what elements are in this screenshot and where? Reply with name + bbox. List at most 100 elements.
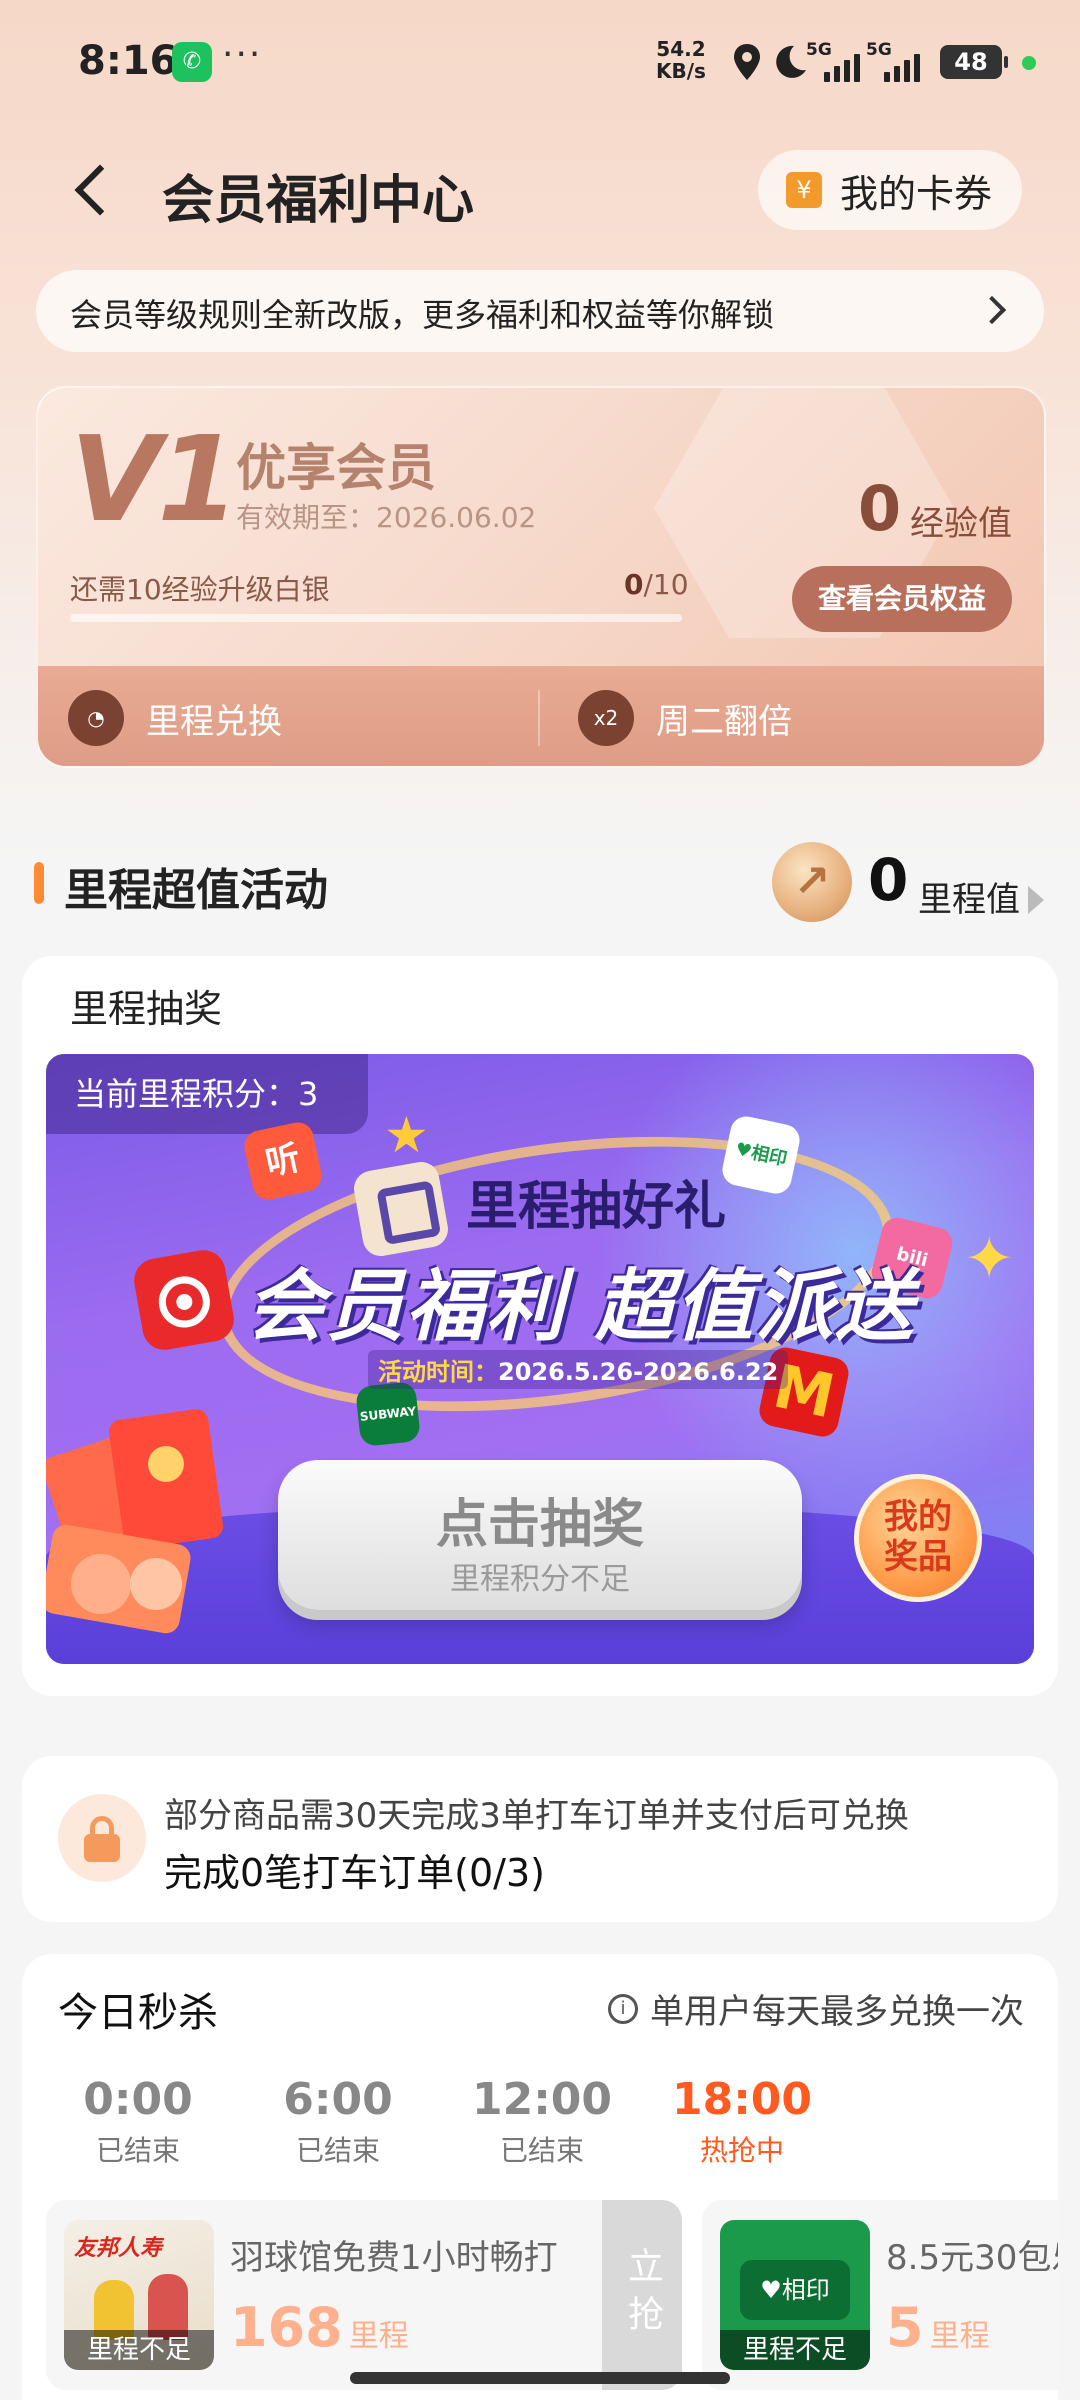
slot-time: 12:00 (471, 2074, 613, 2125)
calendar-x2-icon: x2 (578, 690, 634, 746)
home-indicator[interactable] (350, 2372, 730, 2384)
info-icon: i (608, 1993, 638, 2024)
status-time: 8:16 (78, 38, 178, 84)
progress-current: 0 (624, 568, 644, 601)
exchange-limit-text: 单用户每天最多兑换一次 (650, 1992, 1024, 2032)
current-points: 当前里程积分：3 (46, 1054, 368, 1134)
slot-status: 已结束 (499, 2134, 584, 2167)
chevron-right-icon (977, 295, 1007, 325)
subway-icon: SUBWAY (355, 1381, 421, 1447)
lottery-banner[interactable]: 当前里程积分：3 听 ♥相印 bili M SUBWAY ★ ✦ 里程抽好礼 会… (46, 1054, 1034, 1664)
product-name: 羽球馆免费1小时畅打 (230, 2238, 558, 2278)
triangle-right-icon[interactable] (1028, 886, 1044, 914)
slot-status: 已结束 (95, 2134, 180, 2167)
mileage-exchange-button[interactable]: ◔ 里程兑换 (68, 690, 282, 746)
wechat-icon: ✆ (172, 42, 212, 82)
slot-status: 热抢中 (699, 2134, 784, 2167)
upgrade-progress-text: 0/10 (624, 568, 689, 601)
product-card[interactable]: 友邦人寿 里程不足 羽球馆免费1小时畅打 168 里程 立抢 (46, 2200, 682, 2390)
view-member-benefits-button[interactable]: 查看会员权益 (792, 566, 1012, 632)
upgrade-progress-bar (70, 614, 682, 622)
more-notifications-icon: ··· (222, 34, 263, 75)
my-coupons-button[interactable]: ¥ 我的卡券 (758, 150, 1022, 230)
member-level-badge: V1 (70, 410, 239, 548)
status-bar: 8:16 ✆ ··· 54.2 KB/s 5G 5G 48 (0, 0, 1080, 120)
listen-app-icon: 听 (241, 1119, 325, 1203)
member-expire-date: 有效期至：2026.06.02 (236, 501, 537, 534)
exchange-limit-note[interactable]: i 单用户每天最多兑换一次 (608, 1984, 1024, 2033)
mileage-value[interactable]: 0 (868, 846, 908, 914)
insufficient-points-label: 里程积分不足 (450, 1562, 630, 1597)
divider (538, 690, 540, 746)
tuesday-double-button[interactable]: x2 周二翻倍 (578, 690, 792, 746)
network-speed-value: 54.2 (656, 37, 706, 61)
mileage-coin-icon: ↗ (772, 842, 852, 922)
time-slot-3[interactable]: 18:00 热抢中 (662, 2074, 822, 2169)
brand-logo-text: 友邦人寿 (74, 2236, 163, 2261)
product-image: 友邦人寿 里程不足 (64, 2220, 214, 2370)
insufficient-mileage-badge: 里程不足 (720, 2330, 870, 2370)
upgrade-hint: 还需10经验升级白银 (70, 573, 330, 606)
xiangyin-logo: ♥相印 (740, 2260, 850, 2320)
slot-time: 6:00 (283, 2074, 393, 2125)
my-prizes-button[interactable]: 我的奖品 (854, 1474, 982, 1602)
netease-music-icon (130, 1246, 238, 1354)
member-card-actions: ◔ 里程兑换 x2 周二翻倍 (38, 666, 1044, 766)
product-image: ♥相印 里程不足 (720, 2220, 870, 2370)
tuesday-double-label: 周二翻倍 (656, 701, 792, 742)
member-level-name: 优享会员 (236, 439, 436, 497)
back-button[interactable] (70, 160, 110, 220)
product-card-2[interactable]: ♥相印 里程不足 8.5元30包乐 5里程 (702, 2200, 1058, 2390)
privacy-indicator-dot (1022, 56, 1036, 70)
mileage-dial-icon: ◔ (68, 690, 124, 746)
red-envelope-decoration (46, 1384, 276, 1654)
product-price: 168 里程 (230, 2296, 409, 2359)
activity-time-label: 活动时间： (378, 1358, 498, 1386)
mileage-exchange-label: 里程兑换 (146, 701, 282, 742)
page-title: 会员福利中心 (162, 171, 475, 231)
progress-total: /10 (643, 568, 689, 601)
location-icon (732, 42, 762, 91)
mileage-label[interactable]: 里程值 (918, 872, 1020, 921)
flash-sale-card: 今日秒杀 i 单用户每天最多兑换一次 0:00 已结束 6:00 已结束 12:… (22, 1954, 1058, 2400)
slot-time: 18:00 (671, 2074, 813, 2125)
banner-headline: 里程抽好礼 (466, 1177, 727, 1237)
activity-date-range: 2026.5.26-2026.6.22 (498, 1358, 779, 1386)
my-prizes-label: 我的奖品 (884, 1497, 952, 1577)
time-slot-2[interactable]: 12:00 已结束 (462, 2074, 622, 2169)
my-coupons-label: 我的卡券 (840, 171, 993, 216)
coupon-icon: ¥ (786, 172, 822, 208)
rules-notice-banner[interactable]: 会员等级规则全新改版，更多福利和权益等你解锁 (36, 270, 1044, 352)
draw-lottery-button[interactable]: 点击抽奖 里程积分不足 (278, 1460, 802, 1610)
product-name: 8.5元30包乐 (886, 2238, 1058, 2278)
network-speed: 54.2 KB/s (656, 38, 706, 82)
section-accent-bar (34, 862, 44, 904)
star-icon: ★ (384, 1106, 429, 1164)
slot-time: 0:00 (83, 2074, 193, 2125)
requirement-text: 部分商品需30天完成3单打车订单并支付后可兑换 (164, 1796, 909, 1836)
experience-value: 0 (858, 472, 902, 545)
product-price: 5 里程 (886, 2296, 990, 2359)
battery-icon: 48 (940, 45, 1008, 79)
slot-status: 已结束 (295, 2134, 380, 2167)
time-slot-1[interactable]: 6:00 已结束 (258, 2074, 418, 2169)
xiangyin-app-icon: ♥相印 (719, 1113, 803, 1197)
price-value: 168 (230, 2296, 343, 2359)
price-unit: 里程 (348, 2319, 409, 2354)
signal-icon-2: 5G (866, 40, 936, 84)
rules-notice-text: 会员等级规则全新改版，更多福利和权益等你解锁 (70, 296, 775, 334)
grab-now-button[interactable]: 立抢 (602, 2200, 682, 2390)
banner-slogan: 会员福利 超值派送 (246, 1262, 916, 1352)
price-unit: 里程 (929, 2319, 990, 2354)
lottery-title: 里程抽奖 (70, 987, 223, 1031)
insufficient-mileage-badge: 里程不足 (64, 2330, 214, 2370)
activity-time: 活动时间：2026.5.26-2026.6.22 (368, 1350, 789, 1389)
lottery-card: 里程抽奖 当前里程积分：3 听 ♥相印 bili M SUBWAY ★ ✦ 里程… (22, 956, 1058, 1696)
draw-lottery-label: 点击抽奖 (435, 1495, 644, 1555)
moon-icon (772, 42, 808, 91)
mileage-activities-title: 里程超值活动 (64, 865, 328, 916)
order-requirement-card: 部分商品需30天完成3单打车订单并支付后可兑换 完成0笔打车订单(0/3) (22, 1756, 1058, 1922)
time-slot-0[interactable]: 0:00 已结束 (58, 2074, 218, 2169)
order-progress-text: 完成0笔打车订单(0/3) (164, 1851, 545, 1895)
lock-icon (58, 1794, 146, 1882)
